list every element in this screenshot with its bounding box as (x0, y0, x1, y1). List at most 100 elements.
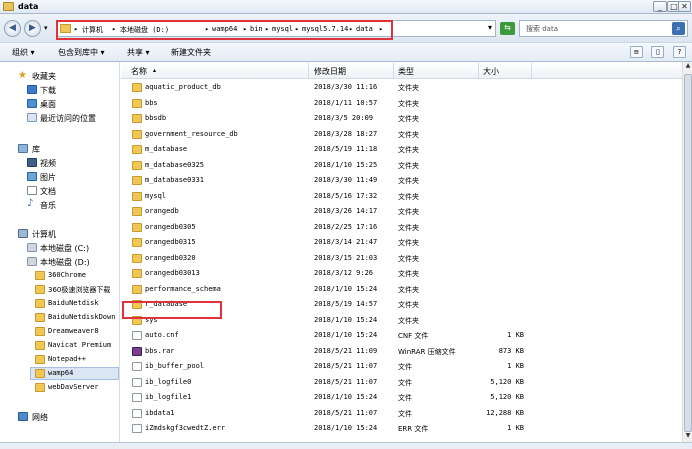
column-header-type[interactable]: 类型 (398, 66, 414, 77)
nav-folder-wamp64[interactable]: wamp64 (48, 369, 73, 377)
column-header-size[interactable]: 大小 (483, 66, 499, 77)
refresh-button[interactable]: ⇆ (500, 22, 515, 35)
nav-network[interactable]: 网络 (32, 412, 48, 423)
file-type: 文件夹 (398, 161, 419, 170)
forward-button[interactable]: ▶ (24, 20, 41, 37)
star-icon: ★ (18, 70, 27, 81)
file-name: ibdata1 (145, 408, 175, 417)
help-icon[interactable]: ? (673, 46, 686, 58)
window-title: data (18, 2, 39, 11)
file-date: 2018/1/10 15:24 (314, 315, 378, 324)
new-folder-button[interactable]: 新建文件夹 (171, 47, 211, 58)
history-dropdown-icon[interactable]: ▾ (44, 24, 48, 32)
video-icon (27, 158, 37, 167)
table-row[interactable]: ib_logfile0 2018/5/21 11:07 文件 5,120 KB (121, 375, 682, 391)
file-type: 文件夹 (398, 177, 419, 185)
file-icon (132, 424, 142, 433)
preview-pane-icon[interactable]: ▯ (651, 46, 665, 58)
nav-folder-notepadpp[interactable]: Notepad++ (48, 355, 86, 363)
table-row[interactable]: orangedb0320 2018/3/15 21:03 文件夹 (121, 251, 682, 267)
view-options-icon[interactable]: ≡ (629, 46, 643, 58)
column-header-name[interactable]: 名称 (131, 66, 147, 77)
file-type: 文件夹 (398, 192, 419, 201)
table-row[interactable]: performance_schema 2018/1/10 15:24 文件夹 (121, 282, 682, 298)
table-row[interactable]: iZmdskgf3cwedtZ.err 2018/1/10 15:24 ERR 文件… (121, 421, 682, 437)
folder-icon (35, 327, 45, 336)
nav-favorites[interactable]: 收藏夹 (32, 71, 56, 82)
file-type: 文件夹 (398, 270, 419, 278)
scroll-down-icon[interactable]: ▼ (683, 432, 692, 442)
nav-music[interactable]: 音乐 (40, 200, 56, 211)
file-date: 2018/3/5 20:09 (314, 114, 374, 122)
nav-documents[interactable]: 文档 (40, 186, 56, 197)
file-type: 文件夹 (398, 223, 419, 232)
nav-drive-c[interactable]: 本地磁盘 (C:) (40, 243, 89, 254)
file-date: 2018/5/19 14:57 (314, 300, 378, 308)
file-type: 文件夹 (398, 254, 419, 263)
nav-folder-baidunetdisk[interactable]: BaiduNetdisk (48, 299, 99, 307)
file-date: 2018/1/10 15:24 (314, 331, 378, 339)
close-button[interactable]: ✕ (678, 1, 691, 12)
nav-folder-360chrome[interactable]: 360Chrome (48, 271, 86, 279)
folder-icon (132, 207, 142, 216)
search-icon[interactable]: ⌕ (672, 22, 685, 35)
nav-folder-baidunetdiskdown[interactable]: BaiduNetdiskDown (48, 313, 115, 321)
table-row[interactable]: auto.cnf 2018/1/10 15:24 CNF 文件 1 KB (121, 328, 682, 344)
table-row[interactable]: government_resource_db 2018/3/28 18:27 文件夹 (121, 127, 682, 143)
table-row[interactable]: bbs.rar 2018/5/21 11:09 WinRAR 压缩文件 873 KB (121, 344, 682, 360)
nav-folder-navicat[interactable]: Navicat Premium (48, 341, 111, 349)
nav-folder-360-downloads[interactable]: 360极速浏览器下载 (48, 285, 110, 295)
vertical-scrollbar[interactable]: ▲ ▼ (682, 62, 692, 442)
file-date: 2018/3/26 14:17 (314, 207, 378, 215)
scrollbar-thumb[interactable] (684, 74, 692, 432)
file-date: 2018/5/21 11:07 (314, 408, 378, 417)
nav-pictures[interactable]: 图片 (40, 172, 56, 183)
file-size: 873 KB (498, 346, 524, 355)
file-date: 2018/5/21 11:07 (314, 362, 378, 370)
table-row[interactable]: orangedb0315 2018/3/14 21:47 文件夹 (121, 235, 682, 251)
nav-recent[interactable]: 最近访问的位置 (40, 113, 96, 124)
computer-icon (18, 229, 28, 238)
table-row[interactable]: mysql 2018/5/16 17:32 文件夹 (121, 189, 682, 205)
folder-icon (132, 191, 142, 201)
file-date: 2018/1/10 15:24 (314, 424, 378, 432)
file-size: 12,288 KB (486, 408, 524, 417)
table-row[interactable]: orangedb0305 2018/2/25 17:16 文件夹 (121, 220, 682, 236)
table-row[interactable]: bbsdb 2018/3/5 20:09 文件夹 (121, 111, 682, 127)
file-type: 文件 (398, 378, 412, 387)
nav-libraries[interactable]: 库 (32, 144, 40, 155)
folder-icon (132, 269, 142, 278)
table-row[interactable]: aquatic_product_db 2018/3/30 11:16 文件夹 (121, 80, 682, 96)
table-row[interactable]: orangedb03013 2018/3/12 9:26 文件夹 (121, 266, 682, 282)
back-button[interactable]: ◀ (4, 20, 21, 37)
organize-button[interactable]: 组织 ▾ (12, 47, 35, 58)
folder-icon (132, 160, 142, 170)
table-row[interactable]: ib_buffer_pool 2018/5/21 11:07 文件 1 KB (121, 359, 682, 375)
nav-computer[interactable]: 计算机 (32, 229, 56, 240)
table-row[interactable]: m_database 2018/5/19 11:18 文件夹 (121, 142, 682, 158)
table-row[interactable]: ib_logfile1 2018/1/10 15:24 文件 5,120 KB (121, 390, 682, 406)
table-row[interactable]: ibdata1 2018/5/21 11:07 文件 12,288 KB (121, 406, 682, 422)
nav-downloads[interactable]: 下载 (40, 85, 56, 96)
share-button[interactable]: 共享 ▾ (127, 47, 150, 58)
table-row[interactable]: bbs 2018/1/11 10:57 文件夹 (121, 96, 682, 112)
file-type: ERR 文件 (398, 425, 429, 433)
scroll-up-icon[interactable]: ▲ (683, 62, 692, 72)
table-row[interactable]: m_database0325 2018/1/10 15:25 文件夹 (121, 158, 682, 174)
file-type: 文件夹 (398, 316, 419, 325)
table-row[interactable]: orangedb 2018/3/26 14:17 文件夹 (121, 204, 682, 220)
search-input[interactable]: 搜索 data ⌕ (519, 20, 688, 37)
column-header-date[interactable]: 修改日期 (314, 66, 346, 77)
nav-drive-d[interactable]: 本地磁盘 (D:) (40, 257, 90, 268)
folder-icon (132, 222, 142, 232)
file-name: orangedb0305 (145, 222, 196, 231)
include-in-library-button[interactable]: 包含到库中 ▾ (58, 47, 105, 58)
table-row[interactable]: m_database0331 2018/3/30 11:49 文件夹 (121, 173, 682, 189)
nav-folder-dreamweaver8[interactable]: Dreamweaver8 (48, 327, 99, 335)
file-date: 2018/3/30 11:49 (314, 176, 378, 184)
nav-desktop[interactable]: 桌面 (40, 99, 56, 110)
minimize-button[interactable]: _ (653, 1, 667, 12)
nav-videos[interactable]: 视频 (40, 158, 56, 169)
nav-folder-webdavserver[interactable]: webDavServer (48, 383, 99, 391)
address-dropdown-icon[interactable]: ▾ (488, 23, 492, 32)
